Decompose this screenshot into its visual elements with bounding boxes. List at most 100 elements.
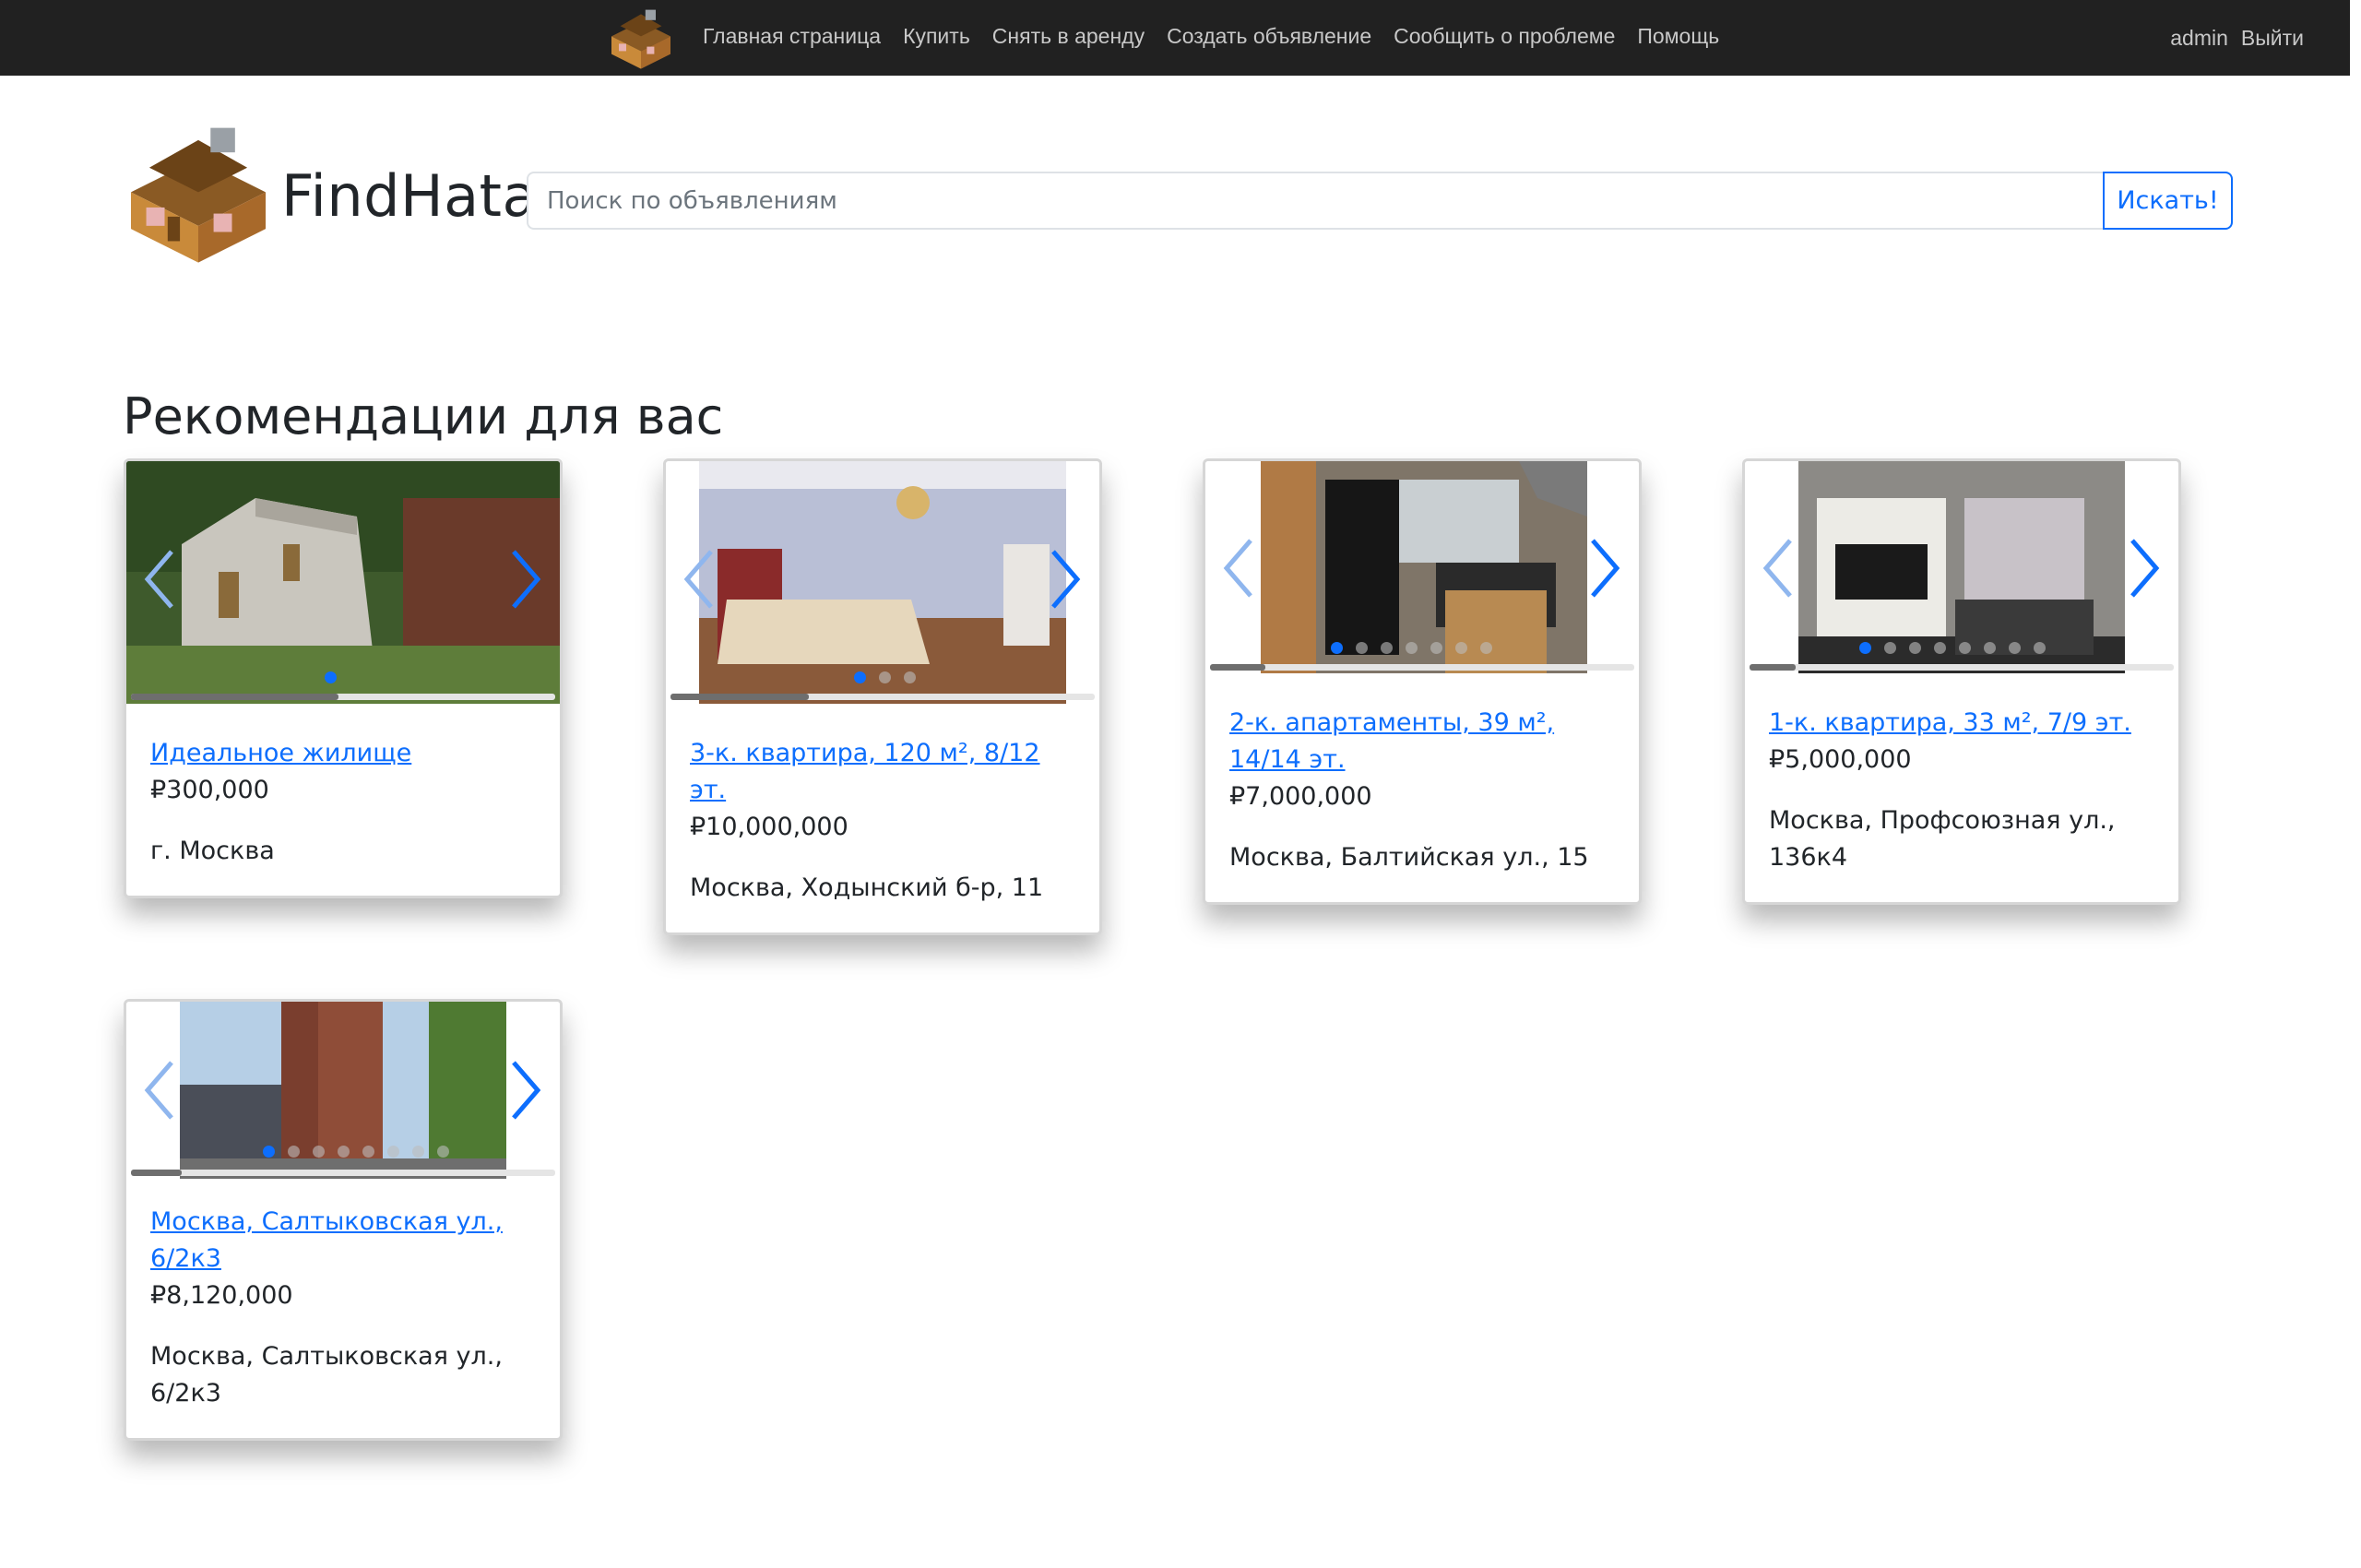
chevron-right-icon (1591, 539, 1620, 598)
carousel-dot[interactable] (1356, 642, 1368, 654)
carousel-dot[interactable] (2034, 642, 2046, 654)
carousel-dot[interactable] (412, 1146, 424, 1158)
carousel-prev-button[interactable] (1219, 535, 1260, 601)
listing-title-link[interactable]: Идеальное жилище (150, 735, 536, 772)
carousel-dot[interactable] (1331, 642, 1343, 654)
nav-report-problem-link[interactable]: Сообщить о проблеме (1394, 24, 1615, 49)
nav-create-listing-link[interactable]: Создать объявление (1167, 24, 1371, 49)
carousel-dots (854, 671, 916, 683)
carousel-dot[interactable] (1984, 642, 1996, 654)
carousel-prev-button[interactable] (1759, 535, 1799, 601)
carousel-prev-button[interactable] (680, 546, 720, 612)
carousel-dot[interactable] (1430, 642, 1442, 654)
carousel-dot[interactable] (387, 1146, 399, 1158)
carousel-dot[interactable] (338, 1146, 350, 1158)
nav-user-area: admin Выйти (2170, 0, 2304, 76)
carousel-dot[interactable] (1381, 642, 1393, 654)
carousel-dot[interactable] (263, 1146, 275, 1158)
listing-price: ₽7,000,000 (1229, 782, 1372, 811)
carousel-progress (1750, 664, 2174, 671)
carousel-dot[interactable] (879, 671, 891, 683)
carousel-dot[interactable] (325, 671, 337, 683)
nav-help-link[interactable]: Помощь (1637, 24, 1719, 49)
nav-home-link[interactable]: Главная страница (703, 24, 881, 49)
carousel-progress-fill (1750, 664, 1796, 671)
listing-photo (126, 461, 560, 704)
carousel-next-button[interactable] (504, 546, 545, 612)
carousel-dots (1331, 642, 1492, 654)
photo-carousel (126, 461, 560, 713)
carousel-dot[interactable] (437, 1146, 449, 1158)
findhata-logo-icon[interactable] (122, 122, 275, 266)
chevron-left-icon (683, 550, 713, 609)
chevron-left-icon (144, 1061, 173, 1120)
carousel-progress-fill (1210, 664, 1265, 671)
photo-carousel (666, 461, 1099, 713)
carousel-next-button[interactable] (2123, 535, 2164, 601)
listing-title-link[interactable]: 3-к. квартира, 120 м², 8/12 эт. (690, 735, 1075, 809)
listing-price: ₽5,000,000 (1769, 745, 1912, 774)
carousel-dot[interactable] (1934, 642, 1946, 654)
card-body: 2-к. апартаменты, 39 м², 14/14 эт. ₽7,00… (1205, 683, 1639, 902)
chevron-left-icon (1223, 539, 1252, 598)
carousel-dots (1859, 642, 2046, 654)
photo-carousel (126, 1002, 560, 1182)
carousel-dot[interactable] (1406, 642, 1418, 654)
carousel-dot[interactable] (1884, 642, 1896, 654)
listing-card: 2-к. апартаменты, 39 м², 14/14 эт. ₽7,00… (1203, 458, 1642, 905)
listing-card: Идеальное жилище ₽300,000 г. Москва (124, 458, 563, 898)
carousel-dot[interactable] (854, 671, 866, 683)
carousel-progress (670, 694, 1095, 700)
carousel-dots (263, 1146, 449, 1158)
carousel-progress (1210, 664, 1634, 671)
chevron-right-icon (512, 1061, 541, 1120)
chevron-left-icon (1762, 539, 1792, 598)
chevron-right-icon (1051, 550, 1081, 609)
listing-card: Москва, Салтыковская ул., 6/2к3 ₽8,120,0… (124, 999, 563, 1441)
carousel-progress-fill (670, 694, 809, 700)
nav-buy-link[interactable]: Купить (903, 24, 970, 49)
carousel-dot[interactable] (288, 1146, 300, 1158)
carousel-progress (131, 1170, 555, 1176)
carousel-prev-button[interactable] (140, 546, 181, 612)
carousel-prev-button[interactable] (140, 1057, 181, 1123)
carousel-dot[interactable] (1959, 642, 1971, 654)
nav-rent-link[interactable]: Снять в аренду (992, 24, 1145, 49)
carousel-dot[interactable] (313, 1146, 325, 1158)
search-button[interactable]: Искать! (2103, 172, 2233, 230)
carousel-dot[interactable] (1859, 642, 1871, 654)
carousel-dot[interactable] (1909, 642, 1921, 654)
search-input[interactable] (527, 172, 2104, 230)
listing-title-link[interactable]: Москва, Салтыковская ул., 6/2к3 (150, 1204, 536, 1277)
brand-name[interactable]: FindHata (281, 162, 538, 230)
listing-photo (699, 461, 1066, 704)
chevron-right-icon (512, 550, 541, 609)
carousel-next-button[interactable] (1044, 546, 1085, 612)
card-body: 1-к. квартира, 33 м², 7/9 эт. ₽5,000,000… (1745, 683, 2178, 902)
listing-price: ₽10,000,000 (690, 813, 848, 841)
house-logo-icon[interactable] (604, 4, 678, 72)
carousel-dot[interactable] (2009, 642, 2021, 654)
listing-title-link[interactable]: 2-к. апартаменты, 39 м², 14/14 эт. (1229, 705, 1615, 778)
carousel-dot[interactable] (1480, 642, 1492, 654)
top-navbar: Главная страница Купить Снять в аренду С… (0, 0, 2350, 76)
chevron-right-icon (2130, 539, 2160, 598)
carousel-dot[interactable] (362, 1146, 374, 1158)
listing-price: ₽8,120,000 (150, 1281, 293, 1310)
carousel-dots (325, 671, 337, 683)
username-link[interactable]: admin (2170, 26, 2228, 51)
card-body: Москва, Салтыковская ул., 6/2к3 ₽8,120,0… (126, 1182, 560, 1438)
listing-price: ₽300,000 (150, 776, 269, 804)
logout-link[interactable]: Выйти (2241, 26, 2304, 51)
photo-carousel (1205, 461, 1639, 683)
listing-address: Москва, Салтыковская ул., 6/2к3 (150, 1342, 503, 1408)
chevron-left-icon (144, 550, 173, 609)
listing-address: Москва, Профсоюзная ул., 136к4 (1769, 806, 2116, 872)
carousel-next-button[interactable] (1584, 535, 1624, 601)
listing-title-link[interactable]: 1-к. квартира, 33 м², 7/9 эт. (1769, 705, 2154, 742)
carousel-next-button[interactable] (504, 1057, 545, 1123)
card-body: Идеальное жилище ₽300,000 г. Москва (126, 713, 560, 896)
carousel-dot[interactable] (904, 671, 916, 683)
carousel-dot[interactable] (1455, 642, 1467, 654)
card-body: 3-к. квартира, 120 м², 8/12 эт. ₽10,000,… (666, 713, 1099, 932)
